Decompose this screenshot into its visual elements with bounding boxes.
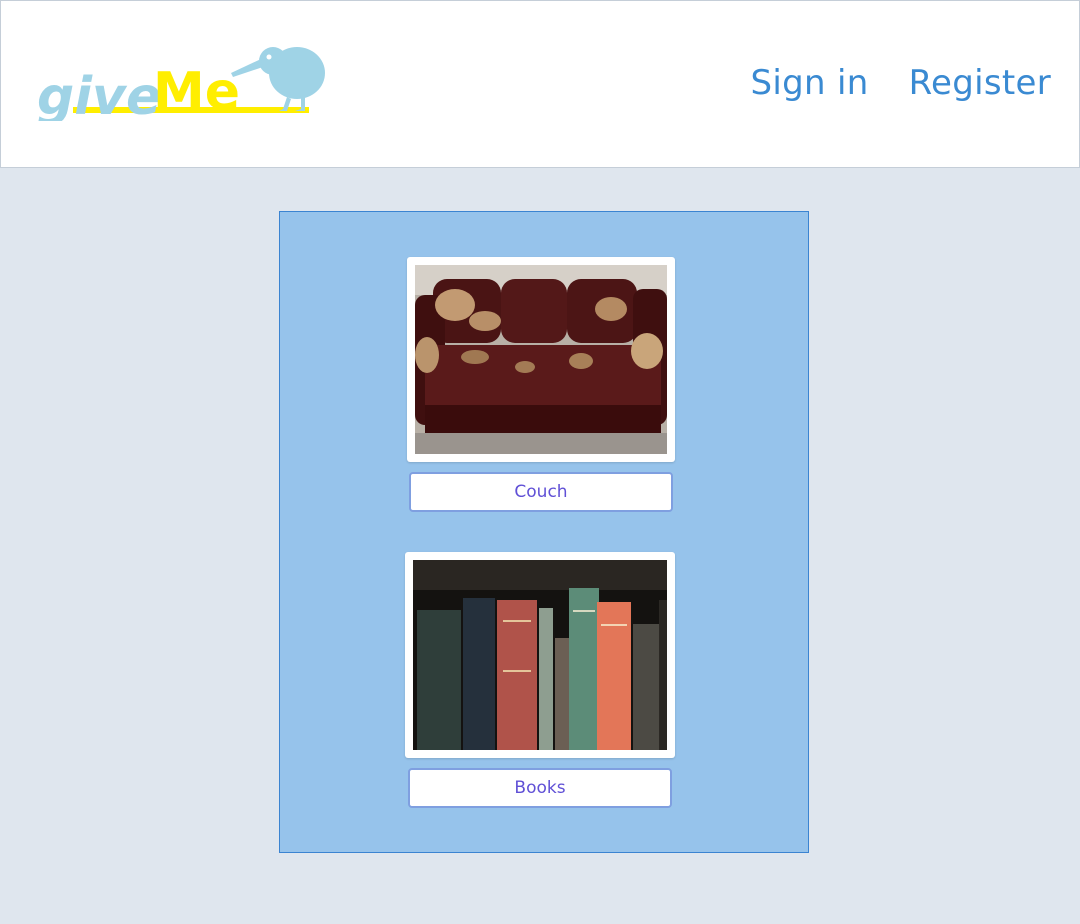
header-nav: Sign in Register bbox=[751, 63, 1051, 103]
item-card-couch: Couch bbox=[407, 257, 675, 512]
site-header: give Me Sign in Register bbox=[0, 0, 1080, 168]
kiwi-bird-icon bbox=[231, 47, 325, 111]
item-label-books[interactable]: Books bbox=[408, 768, 672, 808]
couch-photo[interactable] bbox=[407, 257, 675, 462]
logo-text-give: give bbox=[37, 67, 161, 121]
giveme-logo[interactable]: give Me bbox=[35, 43, 327, 127]
sign-in-link[interactable]: Sign in bbox=[751, 63, 869, 103]
item-card-books: Books bbox=[405, 552, 675, 808]
items-panel: Couch Books bbox=[279, 211, 809, 853]
register-link[interactable]: Register bbox=[909, 63, 1051, 103]
item-label-couch[interactable]: Couch bbox=[409, 472, 673, 512]
books-photo[interactable] bbox=[405, 552, 675, 758]
logo-text-me: Me bbox=[153, 62, 240, 121]
